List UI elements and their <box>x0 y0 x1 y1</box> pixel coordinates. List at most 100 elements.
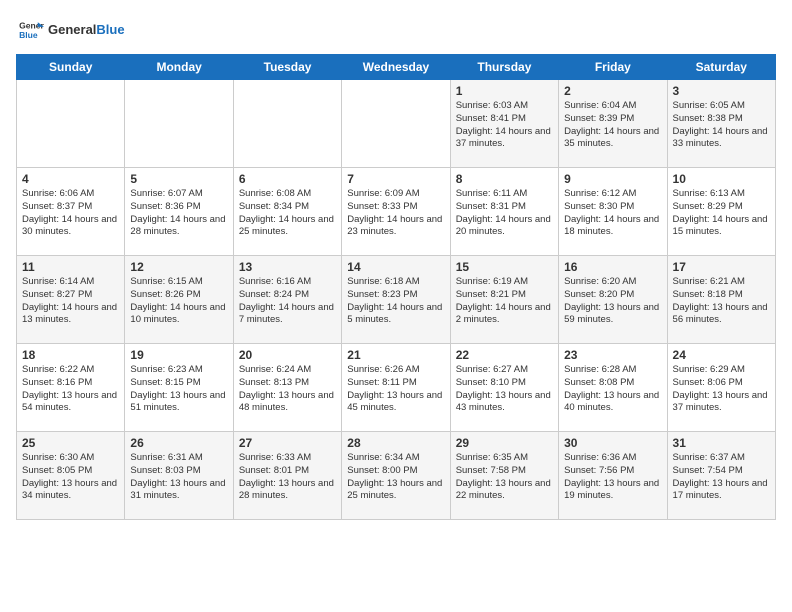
day-number: 7 <box>347 172 444 186</box>
calendar-cell: 23Sunrise: 6:28 AMSunset: 8:08 PMDayligh… <box>559 344 667 432</box>
day-number: 10 <box>673 172 770 186</box>
calendar-cell: 7 Sunrise: 6:09 AMSunset: 8:33 PMDaylight… <box>342 168 450 256</box>
calendar-cell: 28 Sunrise: 6:34 AMSunset: 8:00 PMDayligh… <box>342 432 450 520</box>
day-number: 11 <box>22 260 119 274</box>
weekday-header: Friday <box>559 55 667 80</box>
day-number: 31 <box>673 436 770 450</box>
day-number: 14 <box>347 260 444 274</box>
calendar-cell: 15 Sunrise: 6:19 AMSunset: 8:21 PMDayligh… <box>450 256 558 344</box>
cell-content: Sunrise: 6:24 AMSunset: 8:13 PMDaylight:… <box>239 364 336 415</box>
calendar-cell: 25 Sunrise: 6:30 AMSunset: 8:05 PMDayligh… <box>17 432 125 520</box>
day-number: 30 <box>564 436 661 450</box>
weekday-header: Thursday <box>450 55 558 80</box>
day-number: 3 <box>673 84 770 98</box>
calendar-cell: 6 Sunrise: 6:08 AMSunset: 8:34 PMDaylight… <box>233 168 341 256</box>
calendar-cell: 3 Sunrise: 6:05 AMSunset: 8:38 PMDaylight… <box>667 80 775 168</box>
cell-content: Sunrise: 6:20 AMSunset: 8:20 PMDaylight:… <box>564 276 661 327</box>
calendar-cell: 14 Sunrise: 6:18 AMSunset: 8:23 PMDayligh… <box>342 256 450 344</box>
day-number: 28 <box>347 436 444 450</box>
calendar-cell: 12 Sunrise: 6:15 AMSunset: 8:26 PMDayligh… <box>125 256 233 344</box>
weekday-header: Monday <box>125 55 233 80</box>
day-number: 29 <box>456 436 553 450</box>
calendar-cell: 18 Sunrise: 6:22 AMSunset: 8:16 PMDayligh… <box>17 344 125 432</box>
weekday-header: Wednesday <box>342 55 450 80</box>
cell-content: Sunrise: 6:35 AMSunset: 7:58 PMDaylight:… <box>456 452 553 503</box>
calendar-week-row: 4Sunrise: 6:06 AMSunset: 8:37 PMDaylight… <box>17 168 776 256</box>
day-number: 12 <box>130 260 227 274</box>
day-number: 25 <box>22 436 119 450</box>
day-number: 16 <box>564 260 661 274</box>
calendar-cell: 21 Sunrise: 6:26 AMSunset: 8:11 PMDayligh… <box>342 344 450 432</box>
cell-content: Sunrise: 6:11 AMSunset: 8:31 PMDaylight:… <box>456 188 553 239</box>
weekday-header: Saturday <box>667 55 775 80</box>
day-number: 8 <box>456 172 553 186</box>
cell-content: Sunrise: 6:12 AMSunset: 8:30 PMDaylight:… <box>564 188 661 239</box>
cell-content: Sunrise: 6:22 AMSunset: 8:16 PMDaylight:… <box>22 364 119 415</box>
day-number: 13 <box>239 260 336 274</box>
calendar-cell: 22Sunrise: 6:27 AMSunset: 8:10 PMDayligh… <box>450 344 558 432</box>
calendar-cell: 26Sunrise: 6:31 AMSunset: 8:03 PMDayligh… <box>125 432 233 520</box>
calendar-cell: 11 Sunrise: 6:14 AMSunset: 8:27 PMDayligh… <box>17 256 125 344</box>
page-header: General Blue GeneralBlue <box>16 16 776 44</box>
day-number: 2 <box>564 84 661 98</box>
calendar-cell: 17 Sunrise: 6:21 AMSunset: 8:18 PMDayligh… <box>667 256 775 344</box>
calendar-cell: 20Sunrise: 6:24 AMSunset: 8:13 PMDayligh… <box>233 344 341 432</box>
day-number: 9 <box>564 172 661 186</box>
cell-content: Sunrise: 6:30 AMSunset: 8:05 PMDaylight:… <box>22 452 119 503</box>
calendar-cell: 10Sunrise: 6:13 AMSunset: 8:29 PMDayligh… <box>667 168 775 256</box>
calendar-week-row: 18 Sunrise: 6:22 AMSunset: 8:16 PMDayligh… <box>17 344 776 432</box>
calendar-cell <box>17 80 125 168</box>
cell-content: Sunrise: 6:03 AMSunset: 8:41 PMDaylight:… <box>456 100 553 151</box>
calendar-table: SundayMondayTuesdayWednesdayThursdayFrid… <box>16 54 776 520</box>
calendar-week-row: 11 Sunrise: 6:14 AMSunset: 8:27 PMDayligh… <box>17 256 776 344</box>
day-number: 18 <box>22 348 119 362</box>
calendar-cell: 16 Sunrise: 6:20 AMSunset: 8:20 PMDayligh… <box>559 256 667 344</box>
day-number: 5 <box>130 172 227 186</box>
cell-content: Sunrise: 6:21 AMSunset: 8:18 PMDaylight:… <box>673 276 770 327</box>
day-number: 1 <box>456 84 553 98</box>
cell-content: Sunrise: 6:28 AMSunset: 8:08 PMDaylight:… <box>564 364 661 415</box>
cell-content: Sunrise: 6:04 AMSunset: 8:39 PMDaylight:… <box>564 100 661 151</box>
weekday-header: Sunday <box>17 55 125 80</box>
calendar-cell: 2 Sunrise: 6:04 AMSunset: 8:39 PMDaylight… <box>559 80 667 168</box>
calendar-week-row: 25 Sunrise: 6:30 AMSunset: 8:05 PMDayligh… <box>17 432 776 520</box>
calendar-header-row: SundayMondayTuesdayWednesdayThursdayFrid… <box>17 55 776 80</box>
day-number: 27 <box>239 436 336 450</box>
calendar-cell: 30 Sunrise: 6:36 AMSunset: 7:56 PMDayligh… <box>559 432 667 520</box>
calendar-cell: 13 Sunrise: 6:16 AMSunset: 8:24 PMDayligh… <box>233 256 341 344</box>
cell-content: Sunrise: 6:33 AMSunset: 8:01 PMDaylight:… <box>239 452 336 503</box>
day-number: 22 <box>456 348 553 362</box>
cell-content: Sunrise: 6:09 AMSunset: 8:33 PMDaylight:… <box>347 188 444 239</box>
cell-content: Sunrise: 6:34 AMSunset: 8:00 PMDaylight:… <box>347 452 444 503</box>
calendar-cell: 29 Sunrise: 6:35 AMSunset: 7:58 PMDayligh… <box>450 432 558 520</box>
cell-content: Sunrise: 6:19 AMSunset: 8:21 PMDaylight:… <box>456 276 553 327</box>
cell-content: Sunrise: 6:26 AMSunset: 8:11 PMDaylight:… <box>347 364 444 415</box>
cell-content: Sunrise: 6:15 AMSunset: 8:26 PMDaylight:… <box>130 276 227 327</box>
day-number: 21 <box>347 348 444 362</box>
svg-text:Blue: Blue <box>19 30 38 40</box>
day-number: 6 <box>239 172 336 186</box>
calendar-cell: 8 Sunrise: 6:11 AMSunset: 8:31 PMDaylight… <box>450 168 558 256</box>
logo-icon: General Blue <box>16 16 44 44</box>
calendar-cell <box>342 80 450 168</box>
logo: General Blue GeneralBlue <box>16 16 125 44</box>
calendar-cell: 5Sunrise: 6:07 AMSunset: 8:36 PMDaylight… <box>125 168 233 256</box>
cell-content: Sunrise: 6:23 AMSunset: 8:15 PMDaylight:… <box>130 364 227 415</box>
day-number: 17 <box>673 260 770 274</box>
day-number: 4 <box>22 172 119 186</box>
day-number: 15 <box>456 260 553 274</box>
cell-content: Sunrise: 6:05 AMSunset: 8:38 PMDaylight:… <box>673 100 770 151</box>
calendar-cell: 31Sunrise: 6:37 AMSunset: 7:54 PMDayligh… <box>667 432 775 520</box>
cell-content: Sunrise: 6:14 AMSunset: 8:27 PMDaylight:… <box>22 276 119 327</box>
weekday-header: Tuesday <box>233 55 341 80</box>
calendar-cell: 1 Sunrise: 6:03 AMSunset: 8:41 PMDaylight… <box>450 80 558 168</box>
calendar-cell: 4Sunrise: 6:06 AMSunset: 8:37 PMDaylight… <box>17 168 125 256</box>
cell-content: Sunrise: 6:29 AMSunset: 8:06 PMDaylight:… <box>673 364 770 415</box>
calendar-cell: 9 Sunrise: 6:12 AMSunset: 8:30 PMDaylight… <box>559 168 667 256</box>
day-number: 19 <box>130 348 227 362</box>
cell-content: Sunrise: 6:08 AMSunset: 8:34 PMDaylight:… <box>239 188 336 239</box>
cell-content: Sunrise: 6:36 AMSunset: 7:56 PMDaylight:… <box>564 452 661 503</box>
cell-content: Sunrise: 6:18 AMSunset: 8:23 PMDaylight:… <box>347 276 444 327</box>
calendar-cell <box>233 80 341 168</box>
cell-content: Sunrise: 6:16 AMSunset: 8:24 PMDaylight:… <box>239 276 336 327</box>
